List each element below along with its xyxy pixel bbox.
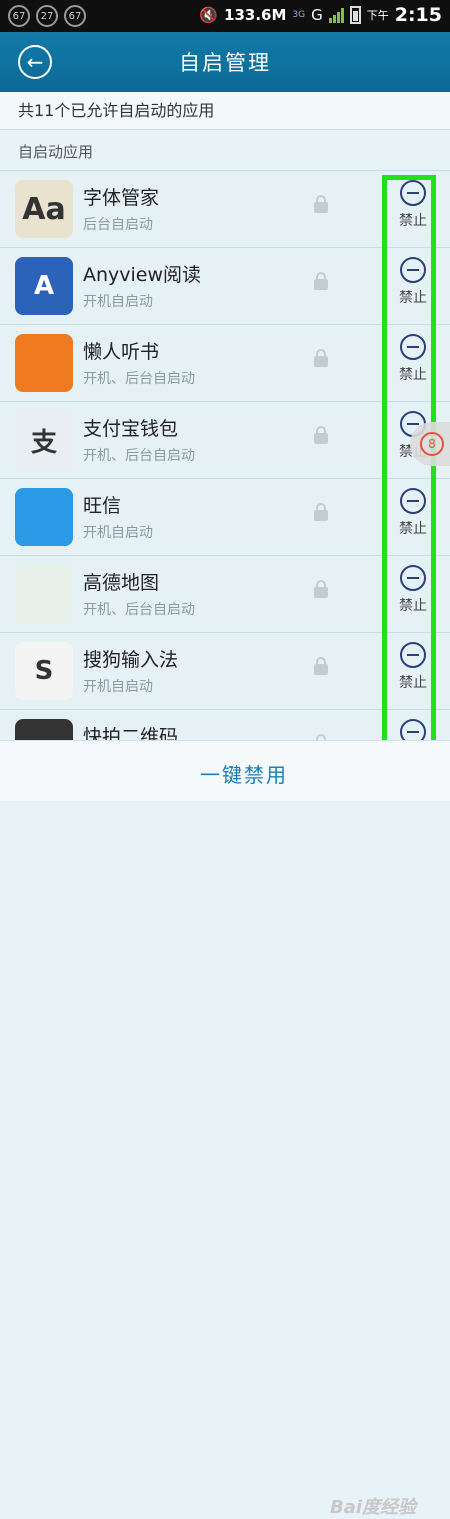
minus-circle-icon	[400, 565, 426, 591]
anyview-book-icon: A	[15, 257, 73, 315]
lock-icon	[314, 503, 328, 521]
signal-icon	[328, 7, 344, 23]
disable-button[interactable]: 禁止	[392, 334, 434, 392]
disable-button[interactable]: 禁止	[392, 257, 434, 315]
disable-button[interactable]: 禁止	[392, 565, 434, 623]
app-autostart-type: 后台自启动	[83, 217, 153, 233]
list-item[interactable]: 懒人听书开机、后台自启动 禁止	[0, 324, 450, 401]
alipay-icon: 支	[15, 411, 73, 469]
floating-assistant-button[interactable]: 8	[410, 422, 450, 466]
minus-circle-icon	[400, 180, 426, 206]
list-item[interactable]: 高德地图开机、后台自启动 禁止	[0, 555, 450, 632]
amap-plane-icon	[15, 565, 73, 623]
disable-button[interactable]: 禁止	[392, 642, 434, 700]
app-name: 支付宝钱包	[83, 418, 179, 440]
notification-icon: 67	[8, 5, 30, 27]
sogou-input-icon: S	[15, 642, 73, 700]
lock-icon	[314, 349, 328, 367]
calendar-icon: 27	[36, 5, 58, 27]
minus-circle-icon	[400, 642, 426, 668]
app-name: 搜狗输入法	[83, 649, 179, 671]
app-name: Anyview阅读	[83, 264, 202, 286]
mute-icon: 🔇	[199, 6, 219, 24]
status-bar: 67 27 67 🔇 133.6M 3G G 下午 2:15	[0, 0, 450, 32]
minus-circle-icon	[400, 488, 426, 514]
app-autostart-type: 开机、后台自启动	[83, 371, 195, 387]
summary-text: 共11个已允许自启动的应用	[0, 92, 450, 130]
app-autostart-type: 开机、后台自启动	[83, 602, 195, 618]
battery-icon	[349, 6, 361, 24]
watermark: Bai度经验	[330, 1497, 417, 1518]
app-autostart-type: 开机自启动	[83, 525, 153, 541]
notification-icons: 67 27 67	[8, 5, 86, 27]
network-speed: 133.6M	[224, 6, 287, 24]
bottom-bar: 一键禁用 Bai度经验	[0, 740, 450, 1518]
disable-label: 禁止	[399, 675, 427, 691]
network-type: 3G	[292, 10, 306, 20]
app-name: 快拍二维码	[83, 726, 179, 740]
minus-circle-icon	[400, 719, 426, 740]
list-item[interactable]: 快拍二维码 禁止	[0, 709, 450, 740]
lock-icon	[314, 657, 328, 675]
title-bar: ← 自启管理	[0, 32, 450, 92]
list-item[interactable]: 支支付宝钱包开机、后台自启动禁止	[0, 401, 450, 478]
qrcode-camera-icon	[15, 719, 73, 740]
app-autostart-type: 开机自启动	[83, 294, 153, 310]
lock-icon	[314, 580, 328, 598]
lock-icon	[314, 426, 328, 444]
app-name: 高德地图	[83, 572, 160, 594]
disable-button[interactable]: 禁止	[392, 180, 434, 238]
wangxin-chat-icon	[15, 488, 73, 546]
app-name: 旺信	[83, 495, 122, 517]
list-item[interactable]: A Anyview阅读开机自启动 禁止	[0, 247, 450, 324]
list-item[interactable]: 旺信开机自启动 禁止	[0, 478, 450, 555]
notification-icon: 67	[64, 5, 86, 27]
disable-label: 禁止	[399, 290, 427, 306]
page-title: 自启管理	[179, 51, 271, 75]
ampm: 下午	[366, 9, 389, 22]
list-item[interactable]: S 搜狗输入法开机自启动 禁止	[0, 632, 450, 709]
disable-label: 禁止	[399, 367, 427, 383]
app-name: 懒人听书	[83, 341, 160, 363]
disable-label: 禁止	[399, 521, 427, 537]
disable-label: 禁止	[399, 213, 427, 229]
section-header: 自启动应用	[18, 143, 94, 161]
app-autostart-type: 开机自启动	[83, 679, 153, 695]
assistant-icon: 8	[420, 432, 444, 456]
app-list[interactable]: Aa 字体管家 后台自启动 禁止 A Anyview阅读 开机自启动 禁止 懒人听书 开机、后台自…	[0, 170, 450, 740]
list-item[interactable]: Aa 字体管家后台自启动 禁止	[0, 170, 450, 247]
font-manager-icon: Aa	[15, 180, 73, 238]
lock-icon	[314, 272, 328, 290]
disable-button[interactable]: 禁止	[392, 719, 434, 740]
disable-button[interactable]: 禁止	[392, 488, 434, 546]
app-name: 字体管家	[83, 187, 160, 209]
app-autostart-type: 开机、后台自启动	[83, 448, 195, 464]
status-right: 🔇 133.6M 3G G 下午 2:15	[199, 4, 442, 26]
signal-label: G	[311, 6, 323, 24]
lock-icon	[314, 195, 328, 213]
minus-circle-icon	[400, 257, 426, 283]
minus-circle-icon	[400, 334, 426, 360]
disable-all-button[interactable]: 一键禁用	[200, 759, 288, 788]
clock: 2:15	[394, 4, 442, 26]
disable-label: 禁止	[399, 598, 427, 614]
headphones-icon	[15, 334, 73, 392]
